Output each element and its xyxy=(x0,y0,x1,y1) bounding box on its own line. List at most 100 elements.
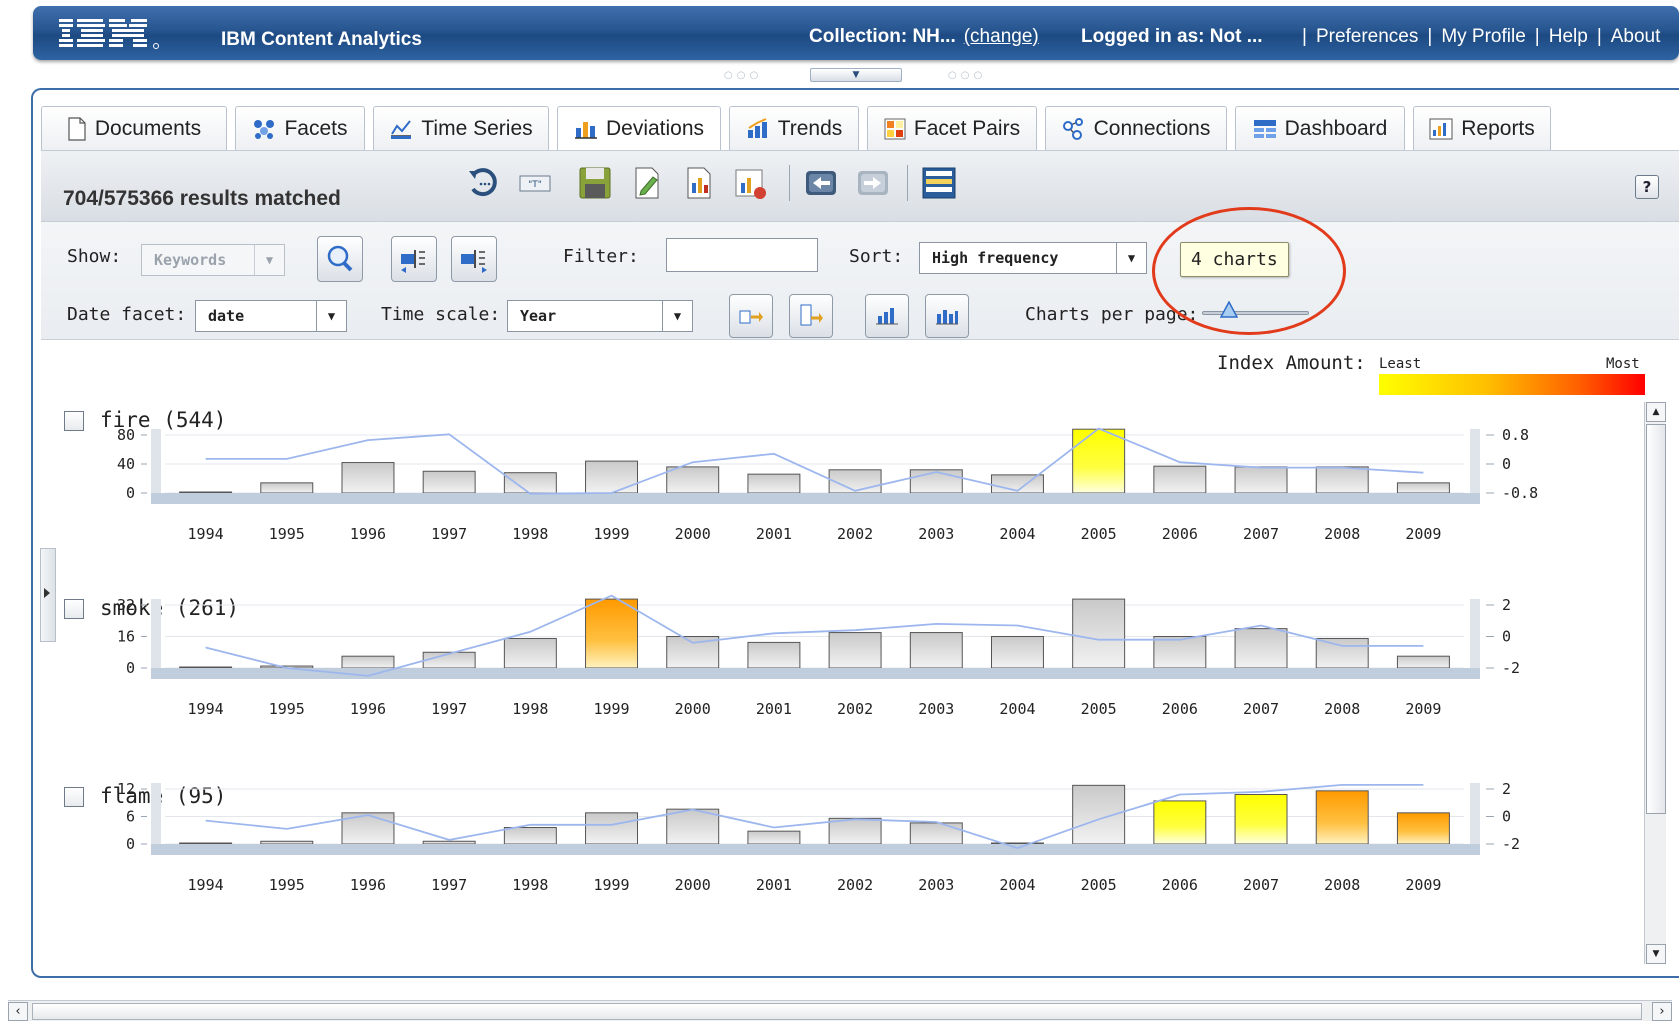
x-tick-label: 2009 xyxy=(1405,525,1441,543)
grouped-chart-view-button[interactable] xyxy=(925,294,969,338)
vertical-scroll-thumb[interactable] xyxy=(1646,424,1666,814)
x-axis-band xyxy=(151,844,1480,855)
filter-input[interactable] xyxy=(666,238,818,272)
x-tick-label: 2009 xyxy=(1405,876,1441,894)
chevron-down-icon: ▼ xyxy=(254,245,284,275)
y-tick-label: 40 xyxy=(117,455,135,473)
charts-per-page-slider[interactable] xyxy=(1202,311,1309,315)
x-tick-label: 1998 xyxy=(512,525,548,543)
y2-axis-strip xyxy=(1470,599,1480,668)
tab-reports[interactable]: Reports xyxy=(1413,106,1551,150)
grip-dots-icon: ○○○ xyxy=(948,70,987,81)
show-select[interactable]: Keywords ▼ xyxy=(141,244,285,276)
horizontal-scroll-thumb[interactable] xyxy=(32,1003,1642,1020)
x-tick-label: 1997 xyxy=(431,876,467,894)
x-tick-label: 1994 xyxy=(188,525,224,543)
search-facet-button[interactable] xyxy=(317,236,363,282)
next-page-icon[interactable] xyxy=(855,165,891,201)
sort-label: Sort: xyxy=(849,246,904,267)
x-tick-label: 1998 xyxy=(512,876,548,894)
legend-least-label: Least xyxy=(1379,356,1422,372)
bar xyxy=(666,466,720,494)
view-options-icon[interactable] xyxy=(921,165,957,201)
scroll-right-icon[interactable]: › xyxy=(1652,1002,1672,1021)
y-tick-label: 16 xyxy=(117,628,135,646)
expand-right-button[interactable] xyxy=(451,236,497,282)
bar xyxy=(828,817,882,845)
bar xyxy=(828,632,882,669)
help-button[interactable]: ? xyxy=(1635,175,1659,199)
my-profile-link[interactable]: My Profile xyxy=(1441,26,1525,47)
move-left-icon xyxy=(401,250,425,273)
help-link[interactable]: Help xyxy=(1549,26,1588,47)
grouped-bar-chart-icon xyxy=(936,310,958,325)
sort-ascending-button[interactable] xyxy=(729,294,773,338)
scroll-up-icon[interactable]: ▲ xyxy=(1646,402,1666,422)
tab-dashboard[interactable]: Dashboard xyxy=(1235,106,1405,150)
preferences-link[interactable]: Preferences xyxy=(1316,26,1418,47)
chevron-down-icon: ▼ xyxy=(662,301,692,331)
scroll-left-icon[interactable]: ‹ xyxy=(8,1002,28,1021)
chevron-down-icon: ▼ xyxy=(1116,243,1146,273)
bar xyxy=(503,827,557,845)
y-tick-label: 80 xyxy=(117,426,135,444)
facets-icon xyxy=(254,119,275,139)
x-tick-label: 1996 xyxy=(350,700,386,718)
refresh-icon[interactable] xyxy=(465,165,501,201)
about-link[interactable]: About xyxy=(1611,26,1661,47)
x-tick-label: 2004 xyxy=(999,525,1035,543)
tab-deviations[interactable]: Deviations xyxy=(557,106,721,150)
bar xyxy=(1234,794,1288,845)
bar-chart-icon xyxy=(876,308,898,325)
x-tick-label: 2007 xyxy=(1243,525,1279,543)
edit-document-icon[interactable] xyxy=(629,165,665,201)
bar xyxy=(1153,465,1207,494)
vertical-scrollbar[interactable]: ▲ ▼ xyxy=(1644,402,1666,964)
y2-tick-label: 0 xyxy=(1502,455,1511,473)
sort-descending-button[interactable] xyxy=(789,294,833,338)
y2-axis-strip xyxy=(1470,783,1480,844)
bar xyxy=(1396,655,1450,669)
time-scale-select[interactable]: Year ▼ xyxy=(507,300,693,332)
arrow-down-icon xyxy=(800,304,823,326)
horizontal-scrollbar[interactable]: ‹ › xyxy=(8,1000,1672,1021)
y-tick-label: 32 xyxy=(117,596,135,614)
ibm-logo xyxy=(59,19,159,49)
y-tick-label: 0 xyxy=(126,659,135,677)
bar xyxy=(909,469,963,494)
sort-select[interactable]: High frequency ▼ xyxy=(919,242,1147,274)
save-icon[interactable] xyxy=(577,165,613,201)
collapse-header-button[interactable]: ▼ xyxy=(810,68,902,82)
previous-page-icon[interactable] xyxy=(803,165,839,201)
x-tick-label: 2008 xyxy=(1324,876,1360,894)
scroll-down-icon[interactable]: ▼ xyxy=(1646,944,1666,964)
bar xyxy=(585,812,639,845)
change-collection-link[interactable]: (change) xyxy=(964,26,1039,47)
tab-facets[interactable]: Facets xyxy=(235,106,365,150)
bar xyxy=(909,632,963,669)
tab-documents[interactable]: Documents xyxy=(41,106,227,150)
x-tick-label: 2004 xyxy=(999,876,1035,894)
move-right-icon xyxy=(461,250,487,273)
y-axis-strip xyxy=(151,429,161,493)
x-tick-label: 2001 xyxy=(756,525,792,543)
index-amount-label: Index Amount: xyxy=(1217,352,1366,374)
query-text-icon[interactable]: "T" xyxy=(517,165,553,201)
tab-trends[interactable]: Trends xyxy=(729,106,859,150)
bar-chart-view-button[interactable] xyxy=(865,294,909,338)
export-chart-icon[interactable] xyxy=(681,165,717,201)
tab-facet-pairs[interactable]: Facet Pairs xyxy=(867,106,1037,150)
filter-label: Filter: xyxy=(563,246,639,267)
collapse-left-button[interactable] xyxy=(391,236,437,282)
bar xyxy=(179,842,233,845)
tab-time-series[interactable]: Time Series xyxy=(373,106,549,150)
slider-thumb[interactable] xyxy=(1219,301,1238,319)
x-tick-label: 2001 xyxy=(756,876,792,894)
legend-most-label: Most xyxy=(1606,356,1640,372)
y2-tick-label: -0.8 xyxy=(1502,484,1538,502)
bar xyxy=(179,491,233,494)
chart-settings-icon[interactable] xyxy=(733,165,769,201)
tab-connections[interactable]: Connections xyxy=(1045,106,1227,150)
date-facet-select[interactable]: date ▼ xyxy=(195,300,347,332)
y2-axis-strip xyxy=(1470,429,1480,493)
